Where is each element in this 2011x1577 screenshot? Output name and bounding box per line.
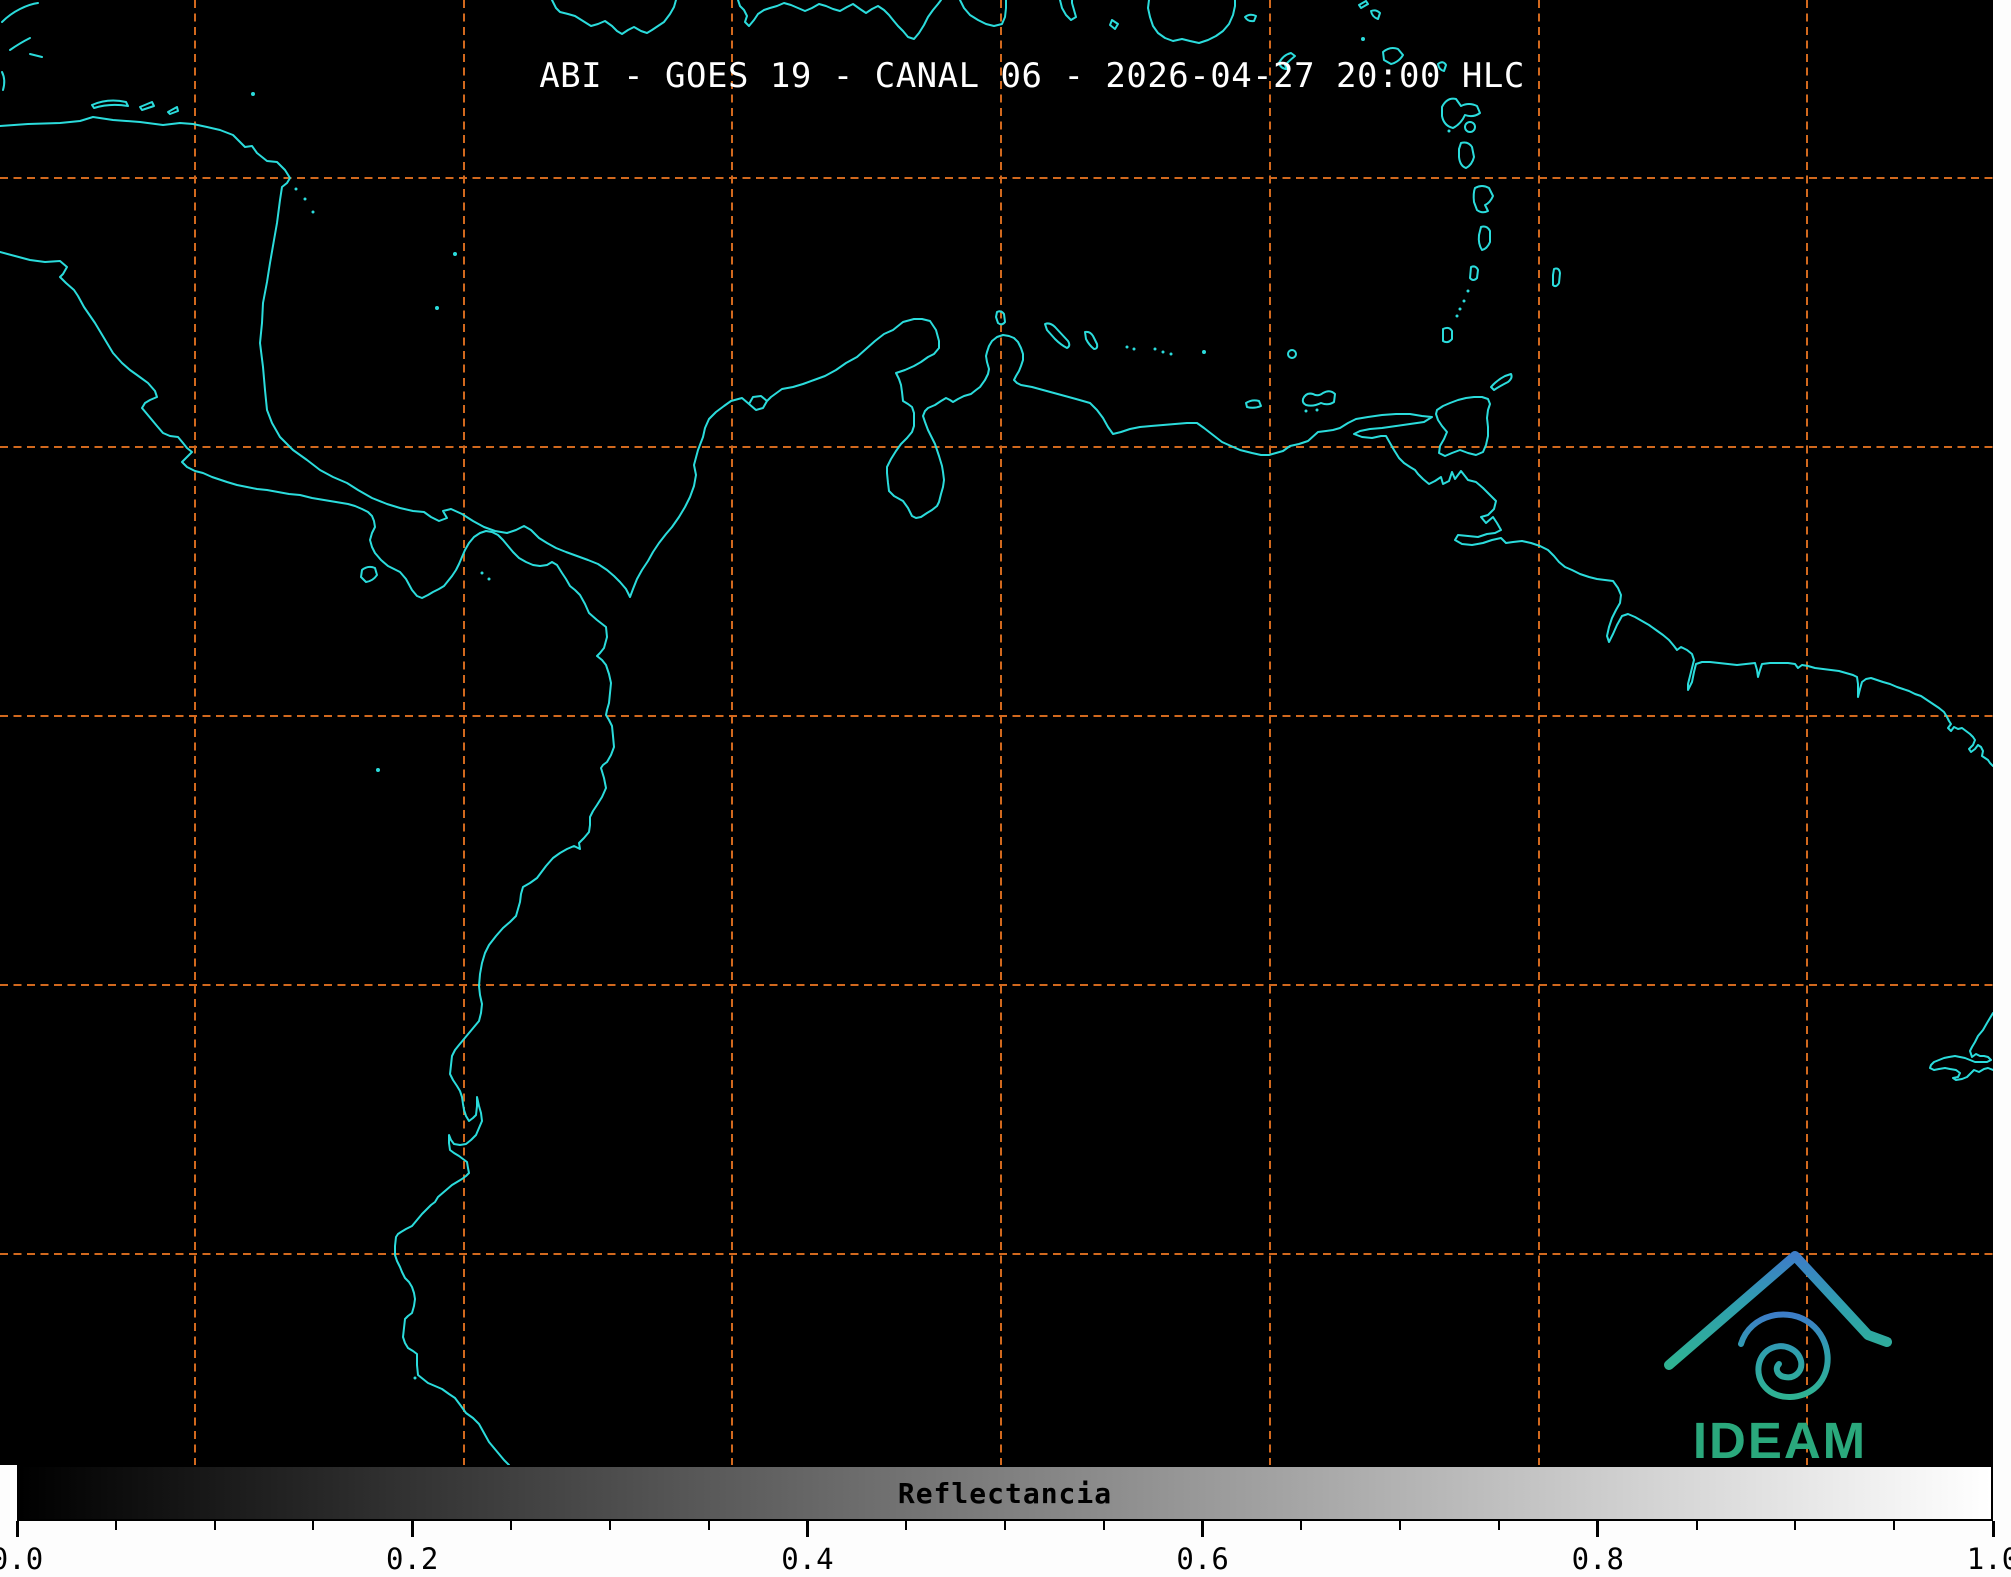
coastline-gulf-of-honduras — [1, 2, 179, 115]
colorbar-minor-tick — [114, 1521, 117, 1530]
product-title: ABI - GOES 19 - CANAL 06 - 2026-04-27 20… — [539, 56, 1525, 96]
colorbar-tick-label: 0.8 — [1571, 1542, 1624, 1576]
colorbar-major-tick — [1201, 1521, 1205, 1537]
colorbar-minor-tick — [312, 1521, 315, 1530]
coastline-curacao — [1044, 322, 1071, 349]
ideam-logo: IDEAM — [1655, 1248, 1905, 1465]
colorbar-major-tick — [410, 1521, 414, 1537]
colorbar-minor-tick — [1004, 1521, 1006, 1530]
colorbar-label: Reflectancia — [897, 1476, 1113, 1510]
colorbar-minor-tick — [1794, 1521, 1797, 1530]
colorbar-tick-label: 0.4 — [781, 1542, 834, 1576]
ideam-logo-text: IDEAM — [1692, 1412, 1868, 1465]
colorbar-tick-label: 1.0 — [1966, 1542, 2011, 1576]
colorbar-minor-tick — [510, 1521, 512, 1530]
colorbar-minor-tick — [707, 1521, 710, 1530]
colorbar-minor-tick — [1399, 1521, 1402, 1530]
colorbar-minor-tick — [1893, 1521, 1896, 1530]
coastline-amazon-mouth — [1929, 1012, 1993, 1081]
colorbar-major-tick — [1596, 1521, 1600, 1537]
coastline-bonaire — [1084, 330, 1099, 350]
coastline-st-lucia — [1477, 225, 1491, 251]
colorbar-major-tick — [15, 1521, 19, 1537]
colorbar-tick-label: 0.2 — [385, 1542, 439, 1576]
map-canvas — [0, 0, 1993, 1465]
coastline-tobago — [1490, 373, 1513, 391]
right-margin — [1993, 0, 2011, 1465]
colorbar-tick-label: 0.6 — [1176, 1542, 1229, 1576]
coastline-hispaniola — [737, 0, 942, 40]
colorbar-minor-tick — [213, 1521, 216, 1530]
colorbar-minor-tick — [1498, 1521, 1500, 1530]
satellite-map: ABI - GOES 19 - CANAL 06 - 2026-04-27 20… — [0, 0, 1993, 1465]
colorbar-tick-label: 0.0 — [0, 1542, 44, 1576]
coastline-dominica — [1458, 141, 1475, 169]
coastlines-layer — [0, 0, 1993, 1465]
coastline-martinique — [1472, 185, 1494, 214]
colorbar-minor-tick — [905, 1521, 908, 1530]
coastline-puerto-rico — [1147, 0, 1236, 44]
lat-lon-gridlines — [0, 0, 1993, 1465]
coastline-jamaica — [551, 0, 677, 35]
coastline-barbados — [1552, 267, 1561, 288]
colorbar-major-tick — [1991, 1521, 1995, 1537]
coastline-pacific — [0, 251, 615, 1465]
colorbar-minor-tick — [1102, 1521, 1105, 1530]
colorbar-minor-tick — [1300, 1521, 1303, 1530]
coastline-caribbean-mainland — [0, 116, 1993, 767]
coastline-margarita — [1301, 390, 1336, 407]
colorbar: Reflectancia — [17, 1465, 1993, 1521]
coastline-grenada — [1442, 326, 1453, 344]
colorbar-panel: Reflectancia 0.0 0.2 0.4 0.6 0.8 1.0 — [0, 1465, 2011, 1577]
satellite-product-screen: { "title": "ABI - GOES 19 - CANAL 06 - 2… — [0, 0, 2011, 1577]
colorbar-major-tick — [805, 1521, 809, 1537]
colorbar-minor-tick — [1695, 1521, 1698, 1530]
coastline-venezuelan-islands — [995, 310, 1336, 413]
hurricane-spiral-icon — [1738, 1311, 1831, 1400]
colorbar-minor-tick — [608, 1521, 611, 1530]
coastline-small-islands — [251, 92, 491, 1380]
